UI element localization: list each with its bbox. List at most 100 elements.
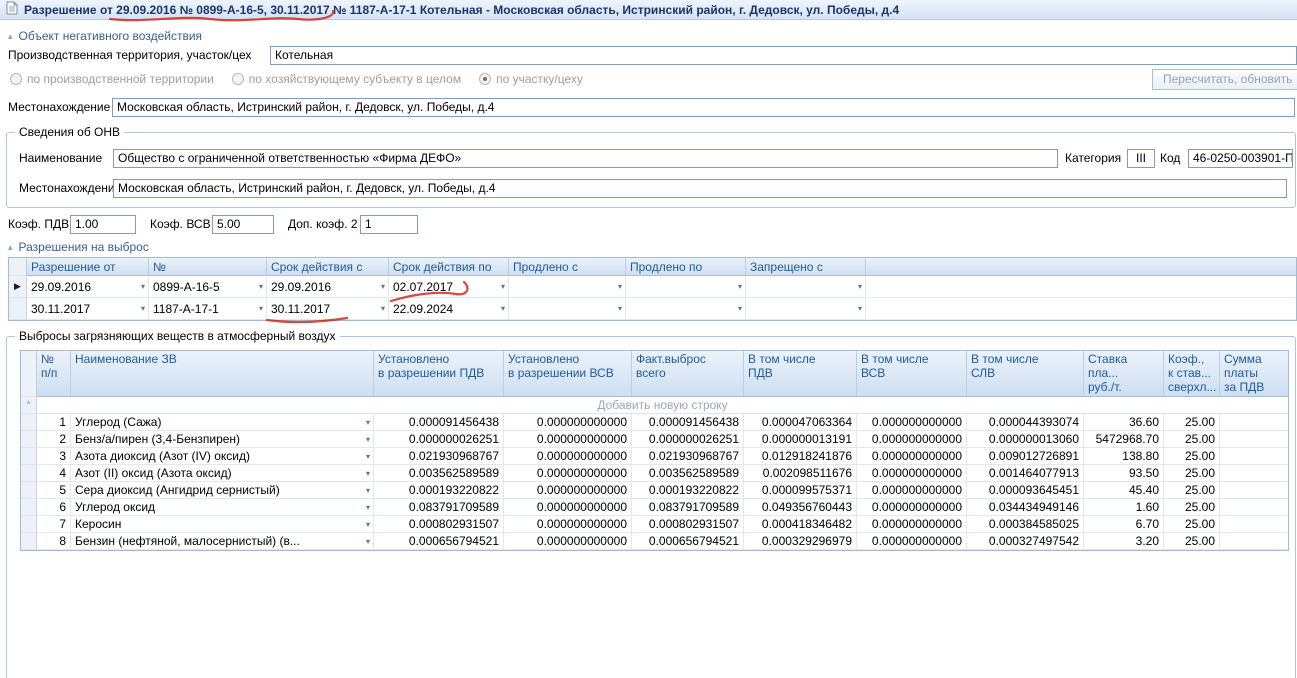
cell-incl-pdv[interactable]: 0.000099575371 <box>744 482 857 499</box>
cell-set-pdv[interactable]: 0.021930968767 <box>374 448 504 465</box>
cell-payment-sum[interactable] <box>1220 533 1288 550</box>
cell-incl-vsv[interactable]: 0.000000000000 <box>857 431 967 448</box>
cell-set-vsv[interactable]: 0.000000000000 <box>504 499 632 516</box>
cell-rate[interactable]: 3.20 <box>1084 533 1164 550</box>
cell-incl-pdv[interactable]: 0.000418346482 <box>744 516 857 533</box>
column-header[interactable]: Сумма платы за ПДВ <box>1220 351 1288 397</box>
cell-fact-total[interactable]: 0.000802931507 <box>632 516 744 533</box>
column-header[interactable]: Установлено в разрешении ПДВ <box>374 351 504 397</box>
location-input[interactable]: Московская область, Истринский район, г.… <box>112 98 1295 117</box>
cell-incl-pdv[interactable]: 0.000047063364 <box>744 414 857 431</box>
cell-coef[interactable]: 25.00 <box>1164 533 1220 550</box>
section-object-header[interactable]: ▴ Объект негативного воздействия <box>8 29 202 43</box>
column-header[interactable]: № п/п <box>37 351 71 397</box>
cell-incl-pdv[interactable]: 0.002098511676 <box>744 465 857 482</box>
cell-set-pdv[interactable]: 0.000656794521 <box>374 533 504 550</box>
cell-rate[interactable]: 6.70 <box>1084 516 1164 533</box>
cell-set-vsv[interactable]: 0.000000000000 <box>504 482 632 499</box>
cell-substance-name[interactable]: Азота диоксид (Азот (IV) оксид)▾ <box>71 448 374 465</box>
cell-incl-slv[interactable]: 0.000384585025 <box>967 516 1084 533</box>
cell-rate[interactable]: 138.80 <box>1084 448 1164 465</box>
radio-by-territory[interactable]: по производственной территории <box>10 72 214 86</box>
cell-substance-name[interactable]: Бенз/а/пирен (3,4-Бензпирен)▾ <box>71 431 374 448</box>
cell-incl-pdv[interactable]: 0.049356760443 <box>744 499 857 516</box>
cell-set-vsv[interactable]: 0.000000000000 <box>504 431 632 448</box>
onv-location-input[interactable]: Московская область, Истринский район, г.… <box>113 179 1287 198</box>
column-header[interactable]: Срок действия по <box>389 258 509 276</box>
cell-rate[interactable]: 5472968.70 <box>1084 431 1164 448</box>
column-header[interactable]: В том числе СЛВ <box>967 351 1084 397</box>
cell-incl-vsv[interactable]: 0.000000000000 <box>857 516 967 533</box>
cell-incl-slv[interactable]: 0.000044393074 <box>967 414 1084 431</box>
column-header[interactable]: Срок действия с <box>267 258 389 276</box>
coef-pdv-input[interactable]: 1.00 <box>70 215 136 234</box>
onv-category-input[interactable]: III <box>1127 149 1155 168</box>
cell-permit-from[interactable]: 30.11.2017▾ <box>27 298 149 320</box>
cell-set-pdv[interactable]: 0.000193220822 <box>374 482 504 499</box>
cell-payment-sum[interactable] <box>1220 414 1288 431</box>
cell-payment-sum[interactable] <box>1220 516 1288 533</box>
coef-dop-input[interactable]: 1 <box>360 215 418 234</box>
column-header[interactable]: Установлено в разрешении ВСВ <box>504 351 632 397</box>
section-permits-header[interactable]: ▴ Разрешения на выброс <box>8 240 149 254</box>
cell-set-vsv[interactable]: 0.000000000000 <box>504 414 632 431</box>
cell-substance-name[interactable]: Углерод (Сажа)▾ <box>71 414 374 431</box>
cell-permit-number[interactable]: 1187-А-17-1▾ <box>149 298 267 320</box>
cell-substance-name[interactable]: Азот (II) оксид (Азота оксид)▾ <box>71 465 374 482</box>
cell-fact-total[interactable]: 0.000091456438 <box>632 414 744 431</box>
cell-incl-vsv[interactable]: 0.000000000000 <box>857 414 967 431</box>
cell-coef[interactable]: 25.00 <box>1164 414 1220 431</box>
column-header[interactable]: Продлено с <box>509 258 626 276</box>
cell-coef[interactable]: 25.00 <box>1164 431 1220 448</box>
cell-extended-to[interactable]: ▾ <box>626 298 746 320</box>
cell-rate[interactable]: 36.60 <box>1084 414 1164 431</box>
cell-permit-from[interactable]: 29.09.2016▾ <box>27 276 149 298</box>
cell-incl-slv[interactable]: 0.001464077913 <box>967 465 1084 482</box>
cell-substance-name[interactable]: Сера диоксид (Ангидрид сернистый)▾ <box>71 482 374 499</box>
cell-substance-name[interactable]: Бензин (нефтяной, малосернистый) (в...▾ <box>71 533 374 550</box>
cell-extended-from[interactable]: ▾ <box>509 298 626 320</box>
cell-permit-number[interactable]: 0899-А-16-5▾ <box>149 276 267 298</box>
column-header[interactable]: В том числе ПДВ <box>744 351 857 397</box>
column-header[interactable]: Коэф., к став... сверхл... <box>1164 351 1220 397</box>
cell-set-vsv[interactable]: 0.000000000000 <box>504 448 632 465</box>
recalculate-button[interactable]: Пересчитать, обновить <box>1152 69 1297 90</box>
cell-incl-pdv[interactable]: 0.000329296979 <box>744 533 857 550</box>
cell-coef[interactable]: 25.00 <box>1164 482 1220 499</box>
cell-incl-vsv[interactable]: 0.000000000000 <box>857 448 967 465</box>
cell-rate[interactable]: 45.40 <box>1084 482 1164 499</box>
cell-set-vsv[interactable]: 0.000000000000 <box>504 465 632 482</box>
column-header[interactable]: Разрешение от <box>27 258 149 276</box>
column-header[interactable]: Факт.выброс всего <box>632 351 744 397</box>
column-header[interactable]: В том числе ВСВ <box>857 351 967 397</box>
cell-incl-pdv[interactable]: 0.000000013191 <box>744 431 857 448</box>
cell-set-vsv[interactable]: 0.000000000000 <box>504 533 632 550</box>
onv-name-input[interactable]: Общество с ограниченной ответственностью… <box>113 149 1058 168</box>
cell-extended-from[interactable]: ▾ <box>509 276 626 298</box>
cell-valid-from[interactable]: 29.09.2016▾ <box>267 276 389 298</box>
cell-extended-to[interactable]: ▾ <box>626 276 746 298</box>
cell-coef[interactable]: 25.00 <box>1164 499 1220 516</box>
cell-incl-pdv[interactable]: 0.012918241876 <box>744 448 857 465</box>
cell-fact-total[interactable]: 0.000000026251 <box>632 431 744 448</box>
cell-set-pdv[interactable]: 0.083791709589 <box>374 499 504 516</box>
cell-fact-total[interactable]: 0.000193220822 <box>632 482 744 499</box>
cell-payment-sum[interactable] <box>1220 431 1288 448</box>
add-new-row[interactable]: * Добавить новую строку <box>21 397 1288 414</box>
cell-set-pdv[interactable]: 0.000000026251 <box>374 431 504 448</box>
cell-coef[interactable]: 25.00 <box>1164 516 1220 533</box>
cell-banned-from[interactable]: ▾ <box>746 276 866 298</box>
cell-payment-sum[interactable] <box>1220 499 1288 516</box>
cell-incl-slv[interactable]: 0.000000013060 <box>967 431 1084 448</box>
cell-valid-to[interactable]: 22.09.2024▾ <box>389 298 509 320</box>
onv-code-input[interactable]: 46-0250-003901-П <box>1188 149 1293 168</box>
cell-incl-vsv[interactable]: 0.000000000000 <box>857 499 967 516</box>
column-header[interactable]: Ставка пла... руб./т. <box>1084 351 1164 397</box>
cell-incl-vsv[interactable]: 0.000000000000 <box>857 482 967 499</box>
cell-set-pdv[interactable]: 0.000802931507 <box>374 516 504 533</box>
cell-fact-total[interactable]: 0.003562589589 <box>632 465 744 482</box>
cell-payment-sum[interactable] <box>1220 482 1288 499</box>
cell-fact-total[interactable]: 0.000656794521 <box>632 533 744 550</box>
coef-vsv-input[interactable]: 5.00 <box>212 215 274 234</box>
cell-set-vsv[interactable]: 0.000000000000 <box>504 516 632 533</box>
